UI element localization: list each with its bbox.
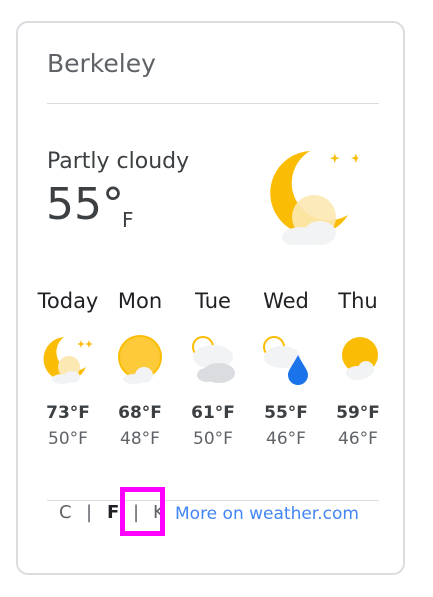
- unit-celsius[interactable]: C: [59, 502, 72, 523]
- sun-cloud-icon: [118, 335, 162, 384]
- forecast-high: 59°F: [336, 403, 380, 423]
- bottom-divider: [47, 500, 379, 501]
- rain-icon: [263, 336, 308, 385]
- forecast-list: Today 73°F 50°F Mon 68°F 48°F Tue 61°F 5…: [18, 289, 407, 469]
- moon-cloud-icon: [270, 151, 358, 245]
- forecast-low: 46°F: [338, 429, 378, 449]
- kelvin-highlight-box: [120, 487, 165, 536]
- forecast-low: 50°F: [48, 429, 88, 449]
- forecast-day-name: Thu: [338, 289, 378, 313]
- current-temperature-unit: F: [122, 208, 134, 232]
- forecast-day-name: Mon: [117, 289, 163, 313]
- top-divider: [47, 103, 379, 104]
- more-weather-link[interactable]: More on weather.com: [175, 504, 359, 524]
- forecast-day-name: Wed: [263, 289, 309, 313]
- forecast-high: 73°F: [46, 403, 90, 423]
- forecast-high: 55°F: [264, 403, 308, 423]
- forecast-low: 50°F: [193, 429, 233, 449]
- unit-separator: |: [86, 502, 93, 523]
- forecast-day[interactable]: Thu 59°F 46°F: [318, 289, 398, 449]
- location-title: Berkeley: [47, 49, 156, 78]
- forecast-day-name: Today: [37, 289, 99, 313]
- moon-stars-cloud-icon: [43, 337, 93, 384]
- current-temperature: 55°: [46, 179, 124, 230]
- forecast-low: 46°F: [266, 429, 306, 449]
- forecast-day-name: Tue: [195, 289, 231, 313]
- forecast-day[interactable]: Wed 55°F 46°F: [246, 289, 326, 449]
- forecast-day[interactable]: Mon 68°F 48°F: [100, 289, 180, 449]
- forecast-high: 68°F: [118, 403, 162, 423]
- forecast-day[interactable]: Today 73°F 50°F: [28, 289, 108, 449]
- current-condition: Partly cloudy: [47, 149, 190, 174]
- weather-card: Berkeley Partly cloudy 55° F Today 73°F …: [16, 21, 405, 575]
- unit-fahrenheit[interactable]: F: [107, 502, 119, 523]
- cloudy-icon: [192, 336, 235, 383]
- forecast-high: 61°F: [191, 403, 235, 423]
- sun-cloud-icon: [342, 337, 378, 380]
- forecast-day[interactable]: Tue 61°F 50°F: [173, 289, 253, 449]
- forecast-low: 48°F: [120, 429, 160, 449]
